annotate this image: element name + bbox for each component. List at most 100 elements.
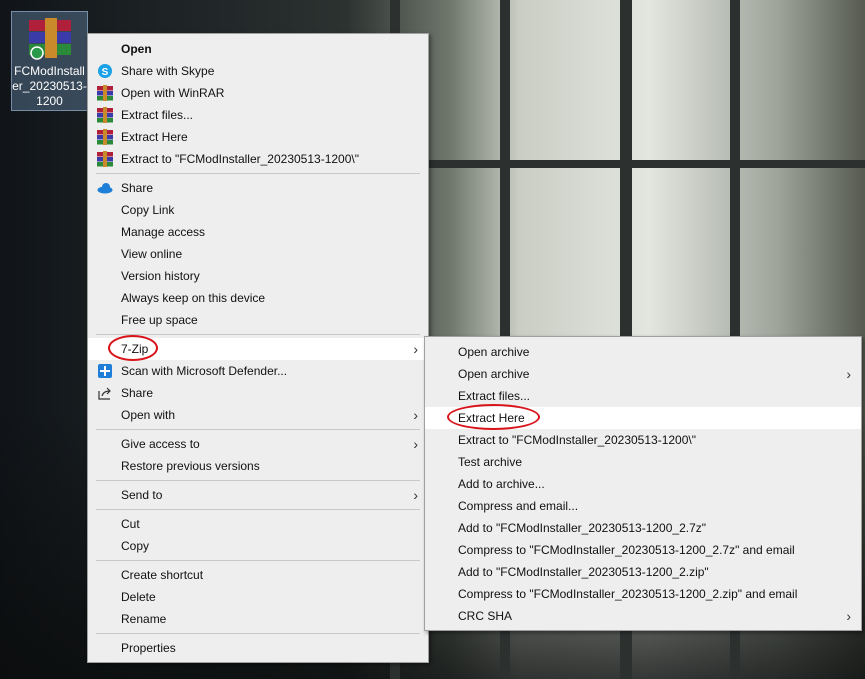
menu-item-extract-here[interactable]: Extract Here xyxy=(88,126,428,148)
chevron-right-icon: › xyxy=(846,366,851,382)
menu-item-label: Test archive xyxy=(458,455,523,469)
menu-item-label: Cut xyxy=(121,517,140,531)
onedrive-icon xyxy=(97,180,113,196)
menu-item-copy-link[interactable]: Copy Link xyxy=(88,199,428,221)
menu-item-delete[interactable]: Delete xyxy=(88,586,428,608)
menu-separator xyxy=(96,509,420,510)
share-icon xyxy=(97,385,113,401)
menu-item-label: Add to "FCModInstaller_20230513-1200_2.z… xyxy=(458,565,709,579)
window-frame xyxy=(390,160,865,168)
menu-item-label: Version history xyxy=(121,269,200,283)
menu-item-open-with[interactable]: Open with › xyxy=(88,404,428,426)
menu-item-add-to-archive[interactable]: Add to archive... xyxy=(425,473,861,495)
desktop-file-icon[interactable]: FCModInstall er_20230513- 1200 xyxy=(11,11,88,111)
menu-item-version-history[interactable]: Version history xyxy=(88,265,428,287)
menu-item-properties[interactable]: Properties xyxy=(88,637,428,659)
menu-item-compress-and-email[interactable]: Compress and email... xyxy=(425,495,861,517)
menu-item-label: Send to xyxy=(121,488,163,502)
menu-item-crc-sha[interactable]: CRC SHA › xyxy=(425,605,861,627)
menu-item-compress-to-fcmodinstaller-20230513-1200-2-7z-and-email[interactable]: Compress to "FCModInstaller_20230513-120… xyxy=(425,539,861,561)
skype-icon: S xyxy=(97,63,113,79)
menu-item-add-to-fcmodinstaller-20230513-1200-2-7z[interactable]: Add to "FCModInstaller_20230513-1200_2.7… xyxy=(425,517,861,539)
menu-item-scan-with-microsoft-defender[interactable]: Scan with Microsoft Defender... xyxy=(88,360,428,382)
menu-item-label: Always keep on this device xyxy=(121,291,266,305)
menu-item-copy[interactable]: Copy xyxy=(88,535,428,557)
desktop-icon-label: FCModInstall xyxy=(14,64,85,78)
menu-item-send-to[interactable]: Send to › xyxy=(88,484,428,506)
winrar-icon xyxy=(97,107,113,123)
menu-item-label: Delete xyxy=(121,590,156,604)
svg-text:S: S xyxy=(102,67,109,78)
menu-item-free-up-space[interactable]: Free up space xyxy=(88,309,428,331)
menu-item-compress-to-fcmodinstaller-20230513-1200-2-zip-and-email[interactable]: Compress to "FCModInstaller_20230513-120… xyxy=(425,583,861,605)
menu-item-label: Give access to xyxy=(121,437,200,451)
menu-item-label: Extract to "FCModInstaller_20230513-1200… xyxy=(458,433,696,447)
menu-item-label: Share xyxy=(121,386,154,400)
menu-item-label: Add to "FCModInstaller_20230513-1200_2.7… xyxy=(458,521,707,535)
menu-item-open[interactable]: Open xyxy=(88,38,428,60)
menu-separator xyxy=(96,633,420,634)
menu-item-open-archive[interactable]: Open archive xyxy=(425,341,861,363)
menu-separator xyxy=(96,334,420,335)
chevron-right-icon: › xyxy=(413,407,418,423)
menu-item-label: Compress and email... xyxy=(458,499,579,513)
menu-item-label: Properties xyxy=(121,641,176,655)
menu-item-label: Open with xyxy=(121,408,176,422)
menu-item-label: Add to archive... xyxy=(458,477,545,491)
annotation-circle xyxy=(108,335,158,361)
menu-item-add-to-fcmodinstaller-20230513-1200-2-zip[interactable]: Add to "FCModInstaller_20230513-1200_2.z… xyxy=(425,561,861,583)
menu-item-label: Compress to "FCModInstaller_20230513-120… xyxy=(458,543,795,557)
menu-item-label: Share with Skype xyxy=(121,64,215,78)
menu-item-label: Extract files... xyxy=(121,108,194,122)
menu-item-label: Create shortcut xyxy=(121,568,204,582)
menu-item-open-with-winrar[interactable]: Open with WinRAR xyxy=(88,82,428,104)
winrar-icon xyxy=(97,85,113,101)
menu-item-cut[interactable]: Cut xyxy=(88,513,428,535)
menu-item-rename[interactable]: Rename xyxy=(88,608,428,630)
menu-item-manage-access[interactable]: Manage access xyxy=(88,221,428,243)
winrar-icon xyxy=(97,151,113,167)
menu-item-label: Extract Here xyxy=(121,130,188,144)
menu-item-give-access-to[interactable]: Give access to › xyxy=(88,433,428,455)
menu-item-extract-to-fcmodinstaller-20230513-1200[interactable]: Extract to "FCModInstaller_20230513-1200… xyxy=(425,429,861,451)
menu-item-extract-to-fcmodinstaller-20230513-1200[interactable]: Extract to "FCModInstaller_20230513-1200… xyxy=(88,148,428,170)
menu-item-label: Compress to "FCModInstaller_20230513-120… xyxy=(458,587,798,601)
menu-item-always-keep-on-this-device[interactable]: Always keep on this device xyxy=(88,287,428,309)
menu-item-label: CRC SHA xyxy=(458,609,513,623)
chevron-right-icon: › xyxy=(846,608,851,624)
desktop-icon-label: 1200 xyxy=(36,94,63,108)
menu-item-create-shortcut[interactable]: Create shortcut xyxy=(88,564,428,586)
menu-item-extract-files[interactable]: Extract files... xyxy=(88,104,428,126)
menu-item-label: Share xyxy=(121,181,154,195)
chevron-right-icon: › xyxy=(413,487,418,503)
menu-item-label: Extract to "FCModInstaller_20230513-1200… xyxy=(121,152,359,166)
menu-item-view-online[interactable]: View online xyxy=(88,243,428,265)
menu-item-label: Copy Link xyxy=(121,203,175,217)
menu-item-share-with-skype[interactable]: S Share with Skype xyxy=(88,60,428,82)
winrar-archive-icon xyxy=(29,18,71,60)
menu-item-label: Open archive xyxy=(458,367,530,381)
menu-item-label: Rename xyxy=(121,612,167,626)
menu-item-share[interactable]: Share xyxy=(88,382,428,404)
annotation-circle xyxy=(447,404,540,430)
menu-separator xyxy=(96,429,420,430)
menu-item-label: Open archive xyxy=(458,345,530,359)
menu-item-label: View online xyxy=(121,247,183,261)
7zip-submenu: Open archive Open archive › Extract files..… xyxy=(424,336,862,631)
menu-item-label: Manage access xyxy=(121,225,206,239)
menu-item-label: Scan with Microsoft Defender... xyxy=(121,364,288,378)
winrar-icon xyxy=(97,129,113,145)
menu-item-test-archive[interactable]: Test archive xyxy=(425,451,861,473)
chevron-right-icon: › xyxy=(413,436,418,452)
menu-item-restore-previous-versions[interactable]: Restore previous versions xyxy=(88,455,428,477)
menu-item-label: Copy xyxy=(121,539,150,553)
menu-separator xyxy=(96,480,420,481)
menu-item-share[interactable]: Share xyxy=(88,177,428,199)
desktop-icon-label: er_20230513- xyxy=(12,79,87,93)
menu-separator xyxy=(96,560,420,561)
menu-item-label: Open with WinRAR xyxy=(121,86,225,100)
menu-item-label: Extract files... xyxy=(458,389,531,403)
menu-separator xyxy=(96,173,420,174)
menu-item-open-archive[interactable]: Open archive › xyxy=(425,363,861,385)
menu-item-label: Free up space xyxy=(121,313,198,327)
